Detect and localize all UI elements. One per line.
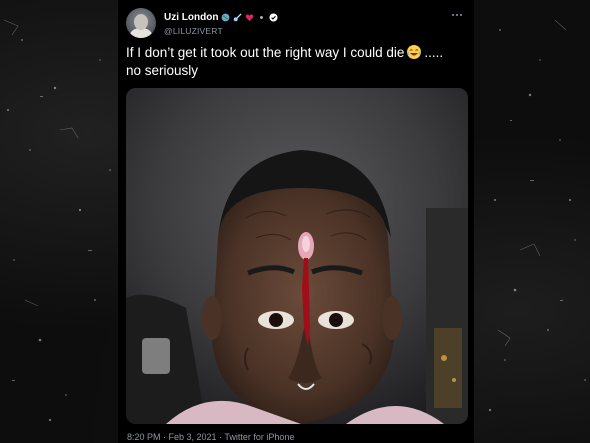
comet-icon xyxy=(234,12,242,21)
tweet-source[interactable]: Twitter for iPhone xyxy=(224,432,294,442)
tweet-text-line-1-after: ..... xyxy=(424,45,444,60)
tweet-text-line-1: If I don’t get it took out the right way… xyxy=(126,44,466,62)
tweet-header: Uzi London @LILUZIVERT xyxy=(126,7,466,41)
tweet-photo[interactable] xyxy=(126,88,468,424)
handle[interactable]: @LILUZIVERT xyxy=(164,26,223,36)
display-name[interactable]: Uzi London xyxy=(164,12,218,23)
sparkle-icon xyxy=(260,15,264,19)
tweet-text-line-2: no seriously xyxy=(126,63,199,78)
more-options-icon[interactable] xyxy=(450,11,464,19)
tweet-meta: 8:20 PM · Feb 3, 2021 · Twitter for iPho… xyxy=(127,432,294,442)
selfie-photo xyxy=(126,88,468,424)
tweet-timestamp[interactable]: 8:20 PM · Feb 3, 2021 xyxy=(127,432,217,442)
globe-icon xyxy=(222,13,230,21)
tweet-text-line-1-before: If I don’t get it took out the right way… xyxy=(126,45,405,60)
tears-of-joy-emoji-icon xyxy=(407,45,422,59)
tweet-text: If I don’t get it took out the right way… xyxy=(126,44,466,80)
heart-icon xyxy=(246,13,254,21)
avatar[interactable] xyxy=(126,8,156,38)
verified-badge-icon xyxy=(269,12,278,22)
tweet-card[interactable]: Uzi London @LILUZIVERT If I don’t get it… xyxy=(118,0,474,443)
name-row: Uzi London xyxy=(164,10,278,24)
